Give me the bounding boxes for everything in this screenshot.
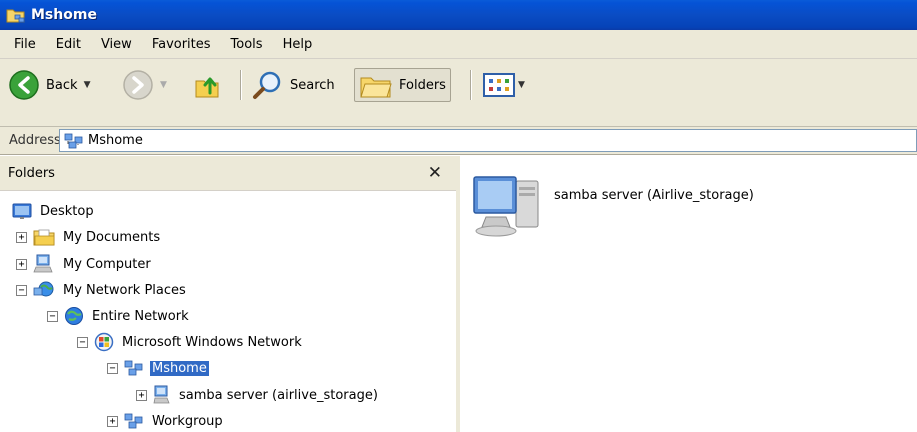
address-field[interactable]: Mshome [59, 129, 917, 152]
workgroup-icon [124, 359, 144, 377]
network-places-icon [33, 280, 55, 300]
documents-folder-icon [33, 228, 55, 246]
desktop-icon [12, 202, 32, 220]
tree-item-label: Workgroup [152, 413, 223, 429]
menu-bar: File Edit View Favorites Tools Help [0, 30, 917, 59]
views-icon [482, 71, 516, 99]
forward-arrow-icon [122, 69, 154, 101]
tree-item-desktop[interactable]: Desktop [12, 200, 96, 222]
forward-button[interactable]: ▼ [122, 67, 167, 103]
tree-item-label: My Network Places [63, 282, 186, 298]
menu-help[interactable]: Help [273, 37, 323, 52]
up-folder-button[interactable] [192, 67, 224, 103]
views-dropdown-icon[interactable]: ▼ [518, 80, 525, 90]
tree-item-my-documents[interactable]: + My Documents [16, 226, 162, 248]
menu-tools[interactable]: Tools [221, 37, 273, 52]
menu-view[interactable]: View [91, 37, 142, 52]
folders-pane-title: Folders [8, 165, 55, 181]
content-item-samba-server[interactable]: samba server (Airlive_storage) [470, 173, 754, 245]
folders-pane: Folders ✕ Desktop + My Documents + My Co… [0, 156, 460, 432]
workgroup-icon [64, 132, 84, 150]
folders-icon [359, 70, 393, 100]
folders-pane-header: Folders [0, 156, 456, 191]
tree-item-label-selected: Mshome [150, 360, 209, 376]
tree-item-workgroup[interactable]: + Workgroup [107, 410, 225, 432]
address-bar: Address Mshome [0, 127, 917, 155]
tree-item-label: Entire Network [92, 308, 189, 324]
tree-item-label: Microsoft Windows Network [122, 334, 302, 350]
title-bar[interactable]: Mshome [0, 0, 917, 30]
window-title: Mshome [31, 7, 97, 23]
collapse-minus-icon[interactable]: − [47, 310, 58, 322]
menu-favorites[interactable]: Favorites [142, 37, 221, 52]
address-label: Address [9, 133, 61, 148]
computer-icon [33, 254, 55, 274]
expand-plus-icon[interactable]: + [107, 415, 118, 427]
content-item-label: samba server (Airlive_storage) [554, 187, 754, 203]
windows-network-icon [94, 332, 114, 352]
forward-dropdown-icon[interactable]: ▼ [160, 80, 167, 90]
collapse-minus-icon[interactable]: − [107, 362, 118, 374]
address-value: Mshome [88, 133, 143, 148]
back-button[interactable]: Back ▼ [8, 67, 90, 103]
tree-item-microsoft-windows-network[interactable]: − Microsoft Windows Network [77, 331, 304, 353]
tree-item-samba-server[interactable]: + samba server (airlive_storage) [136, 384, 380, 406]
folder-network-icon [6, 6, 26, 24]
search-button[interactable]: Search [250, 67, 335, 103]
globe-icon [64, 306, 84, 326]
tree-item-label: My Computer [63, 256, 151, 272]
menu-file[interactable]: File [4, 37, 46, 52]
content-pane: samba server (Airlive_storage) [462, 156, 917, 432]
tree-item-label: My Documents [63, 229, 161, 245]
search-icon [250, 68, 284, 102]
up-folder-icon [192, 69, 224, 101]
computer-icon [153, 385, 171, 405]
expand-plus-icon[interactable]: + [16, 258, 27, 270]
toolbar-separator [470, 70, 472, 100]
collapse-minus-icon[interactable]: − [77, 336, 88, 348]
tree-item-label: samba server (airlive_storage) [179, 387, 378, 403]
tree-item-label: Desktop [40, 203, 94, 219]
expand-plus-icon[interactable]: + [136, 389, 147, 401]
collapse-minus-icon[interactable]: − [16, 284, 27, 296]
search-label: Search [290, 77, 335, 93]
back-label: Back [46, 77, 78, 93]
back-dropdown-icon[interactable]: ▼ [84, 80, 91, 90]
folders-label: Folders [399, 77, 446, 93]
workgroup-icon [124, 412, 144, 430]
folders-button[interactable]: Folders [354, 68, 451, 102]
tree-item-my-network-places[interactable]: − My Network Places [16, 279, 188, 301]
toolbar-separator [240, 70, 242, 100]
tree-item-entire-network[interactable]: − Entire Network [47, 305, 191, 327]
toolbar: Back ▼ ▼ Search Folders ▼ [0, 59, 917, 127]
views-button[interactable]: ▼ [482, 67, 525, 103]
menu-edit[interactable]: Edit [46, 37, 91, 52]
tree-item-mshome[interactable]: − Mshome [107, 357, 209, 379]
tree-item-my-computer[interactable]: + My Computer [16, 253, 153, 275]
close-icon[interactable]: ✕ [428, 163, 442, 183]
back-arrow-icon [8, 69, 40, 101]
expand-plus-icon[interactable]: + [16, 231, 27, 243]
computer-large-icon [470, 173, 550, 245]
